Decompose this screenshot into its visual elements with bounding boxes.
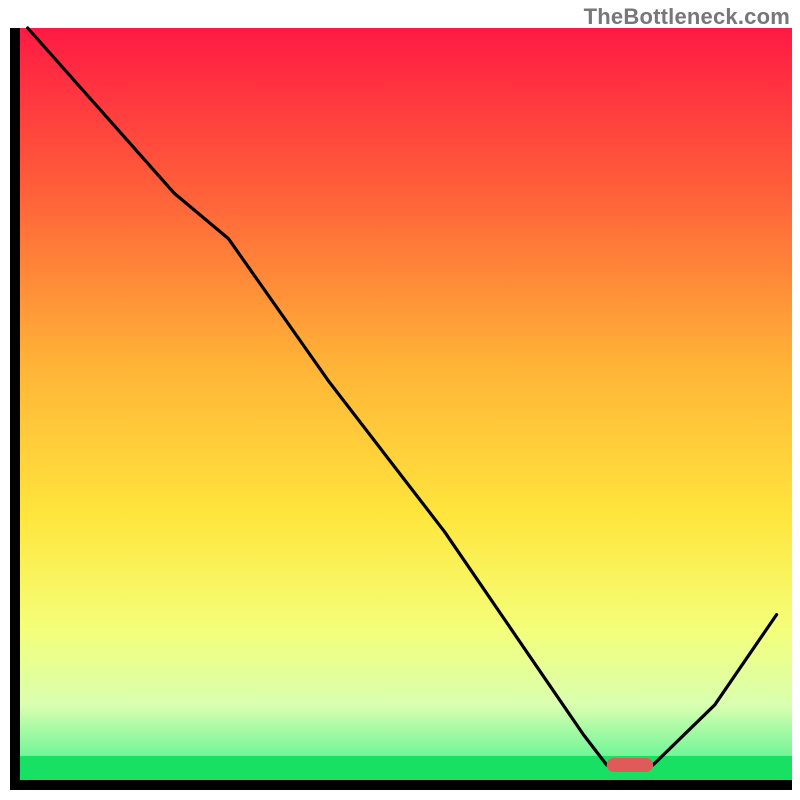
chart-container: TheBottleneck.com: [0, 0, 800, 800]
y-axis: [10, 28, 20, 790]
bottleneck-chart: [0, 0, 800, 800]
green-band: [20, 756, 792, 780]
x-axis: [10, 780, 792, 790]
gradient-background: [20, 28, 792, 780]
optimal-range-marker: [607, 758, 653, 772]
